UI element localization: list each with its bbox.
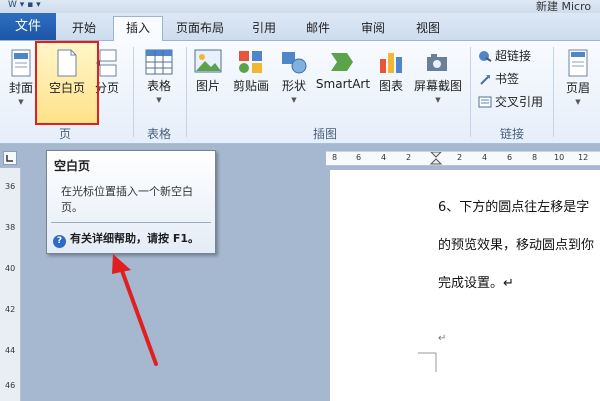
- red-arrow-annotation: [112, 254, 158, 366]
